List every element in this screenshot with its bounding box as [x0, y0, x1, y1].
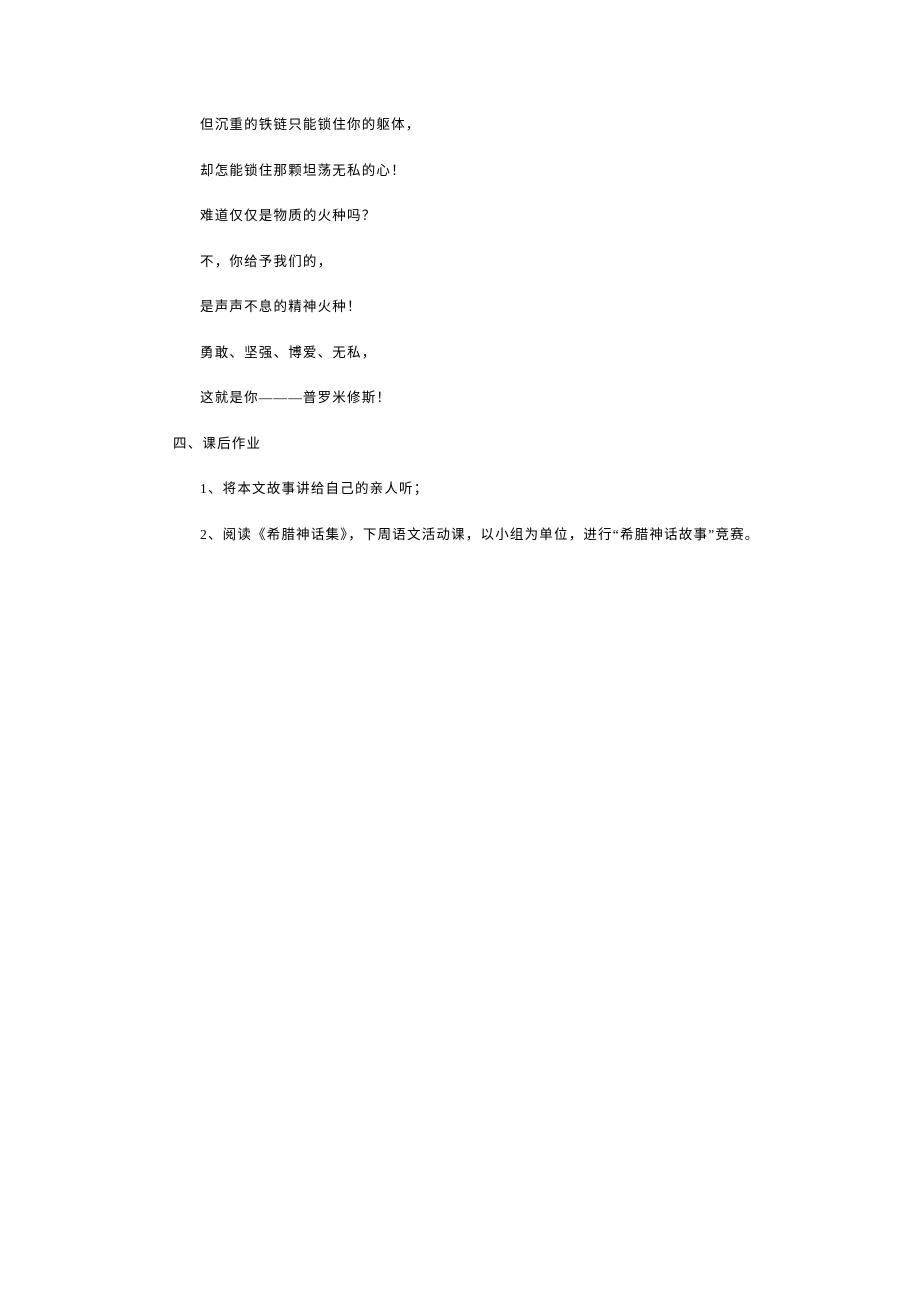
- poem-line: 不，你给予我们的，: [118, 255, 860, 269]
- poem-line: 是声声不息的精神火种！: [118, 300, 860, 314]
- section-heading: 四、课后作业: [118, 437, 860, 451]
- document-page: 但沉重的铁链只能锁住你的躯体， 却怎能锁住那颗坦荡无私的心！ 难道仅仅是物质的火…: [0, 0, 920, 1302]
- homework-item: 2、阅读《希腊神话集》，下周语文活动课，以小组为单位，进行“希腊神话故事”竞赛。: [118, 528, 860, 542]
- poem-line: 这就是你———普罗米修斯！: [118, 391, 860, 405]
- poem-line: 勇敢、坚强、博爱、无私，: [118, 346, 860, 360]
- poem-line: 难道仅仅是物质的火种吗？: [118, 209, 860, 223]
- poem-line: 但沉重的铁链只能锁住你的躯体，: [118, 118, 860, 132]
- homework-item: 1、将本文故事讲给自己的亲人听；: [118, 482, 860, 496]
- poem-line: 却怎能锁住那颗坦荡无私的心！: [118, 164, 860, 178]
